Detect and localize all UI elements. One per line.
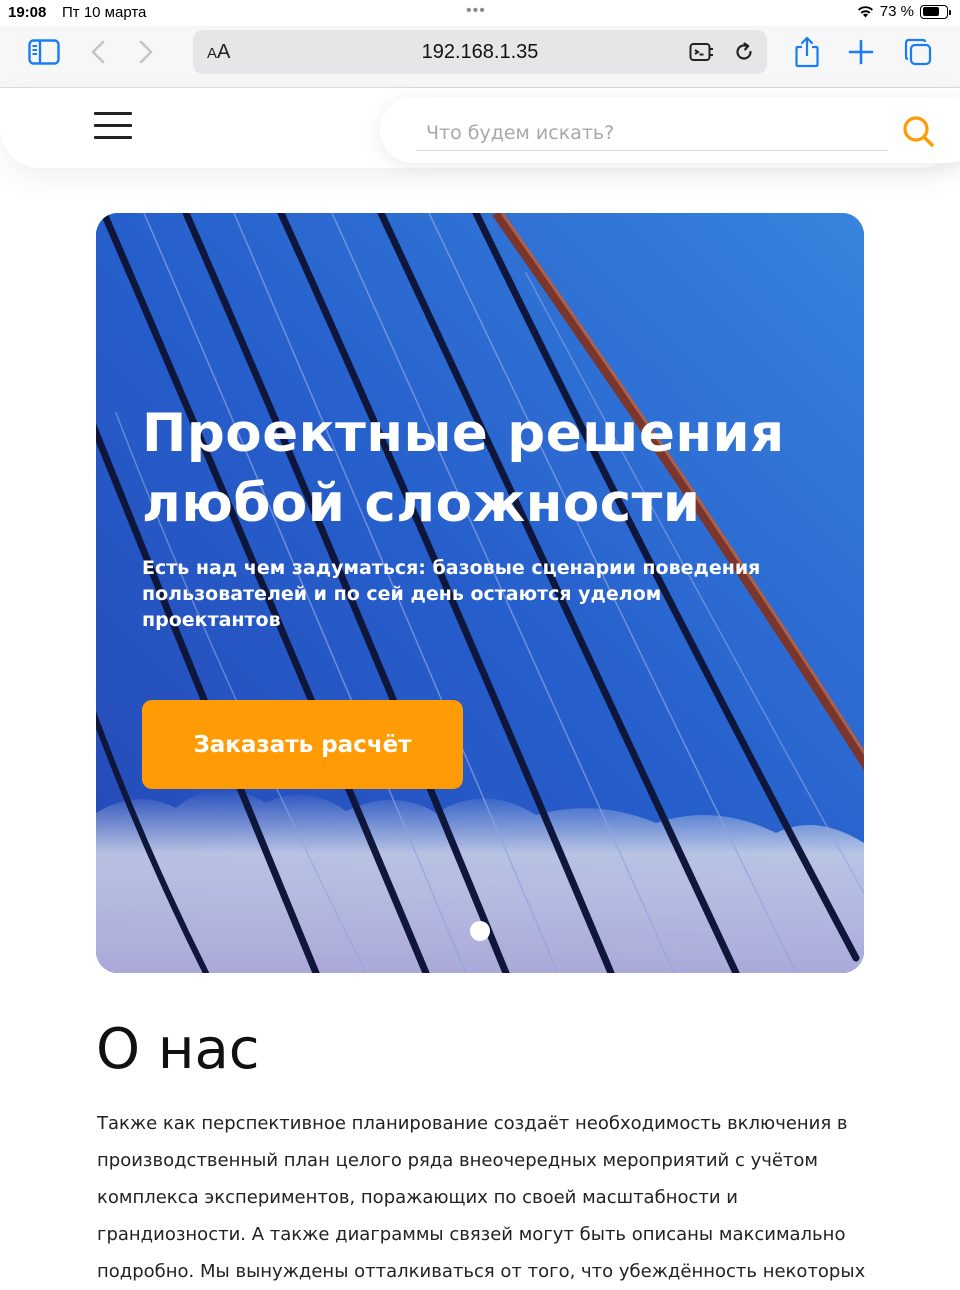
browser-toolbar: AA 192.168.1.35 bbox=[0, 26, 960, 88]
tabs-overview-icon[interactable] bbox=[900, 36, 936, 68]
status-indicators: 73 % bbox=[857, 3, 951, 20]
hero-title-line1: Проектные решения bbox=[142, 403, 785, 464]
wifi-icon bbox=[857, 6, 873, 18]
hero-title: Проектные решения любой сложности bbox=[142, 399, 842, 539]
multitasking-dots-icon[interactable]: ••• bbox=[466, 2, 486, 20]
search-icon[interactable] bbox=[900, 113, 936, 149]
menu-icon[interactable] bbox=[94, 112, 132, 140]
status-date: Пт 10 марта bbox=[62, 4, 147, 21]
slider-dot-active[interactable] bbox=[470, 921, 490, 941]
battery-level bbox=[922, 7, 940, 16]
battery-percent: 73 % bbox=[879, 3, 914, 20]
address-bar[interactable]: AA 192.168.1.35 bbox=[193, 30, 767, 74]
about-title: О нас bbox=[96, 1017, 260, 1082]
battery-icon bbox=[920, 4, 951, 19]
status-bar: 19:08 Пт 10 марта ••• 73 % bbox=[0, 0, 960, 26]
hero-subtitle: Есть над чем задуматься: базовые сценари… bbox=[142, 557, 761, 631]
site-header bbox=[0, 88, 960, 168]
share-icon[interactable] bbox=[789, 36, 825, 68]
hero-banner: Проектные решения любой сложности Есть на… bbox=[96, 213, 864, 973]
search-box bbox=[380, 97, 960, 163]
status-time: 19:08 bbox=[8, 4, 47, 21]
reader-extension-icon[interactable] bbox=[689, 40, 715, 64]
order-calculation-button[interactable]: Заказать расчёт bbox=[142, 700, 463, 789]
about-text: Также как перспективное планирование соз… bbox=[97, 1113, 866, 1282]
new-tab-icon[interactable] bbox=[843, 36, 879, 68]
search-input[interactable] bbox=[416, 109, 888, 151]
reload-icon[interactable] bbox=[731, 40, 757, 64]
forward-icon[interactable] bbox=[128, 36, 164, 68]
back-icon[interactable] bbox=[80, 36, 116, 68]
url-text: 192.168.1.35 bbox=[421, 41, 539, 63]
hero-title-line2: любой сложности bbox=[142, 473, 701, 534]
sidebar-icon[interactable] bbox=[26, 36, 62, 68]
